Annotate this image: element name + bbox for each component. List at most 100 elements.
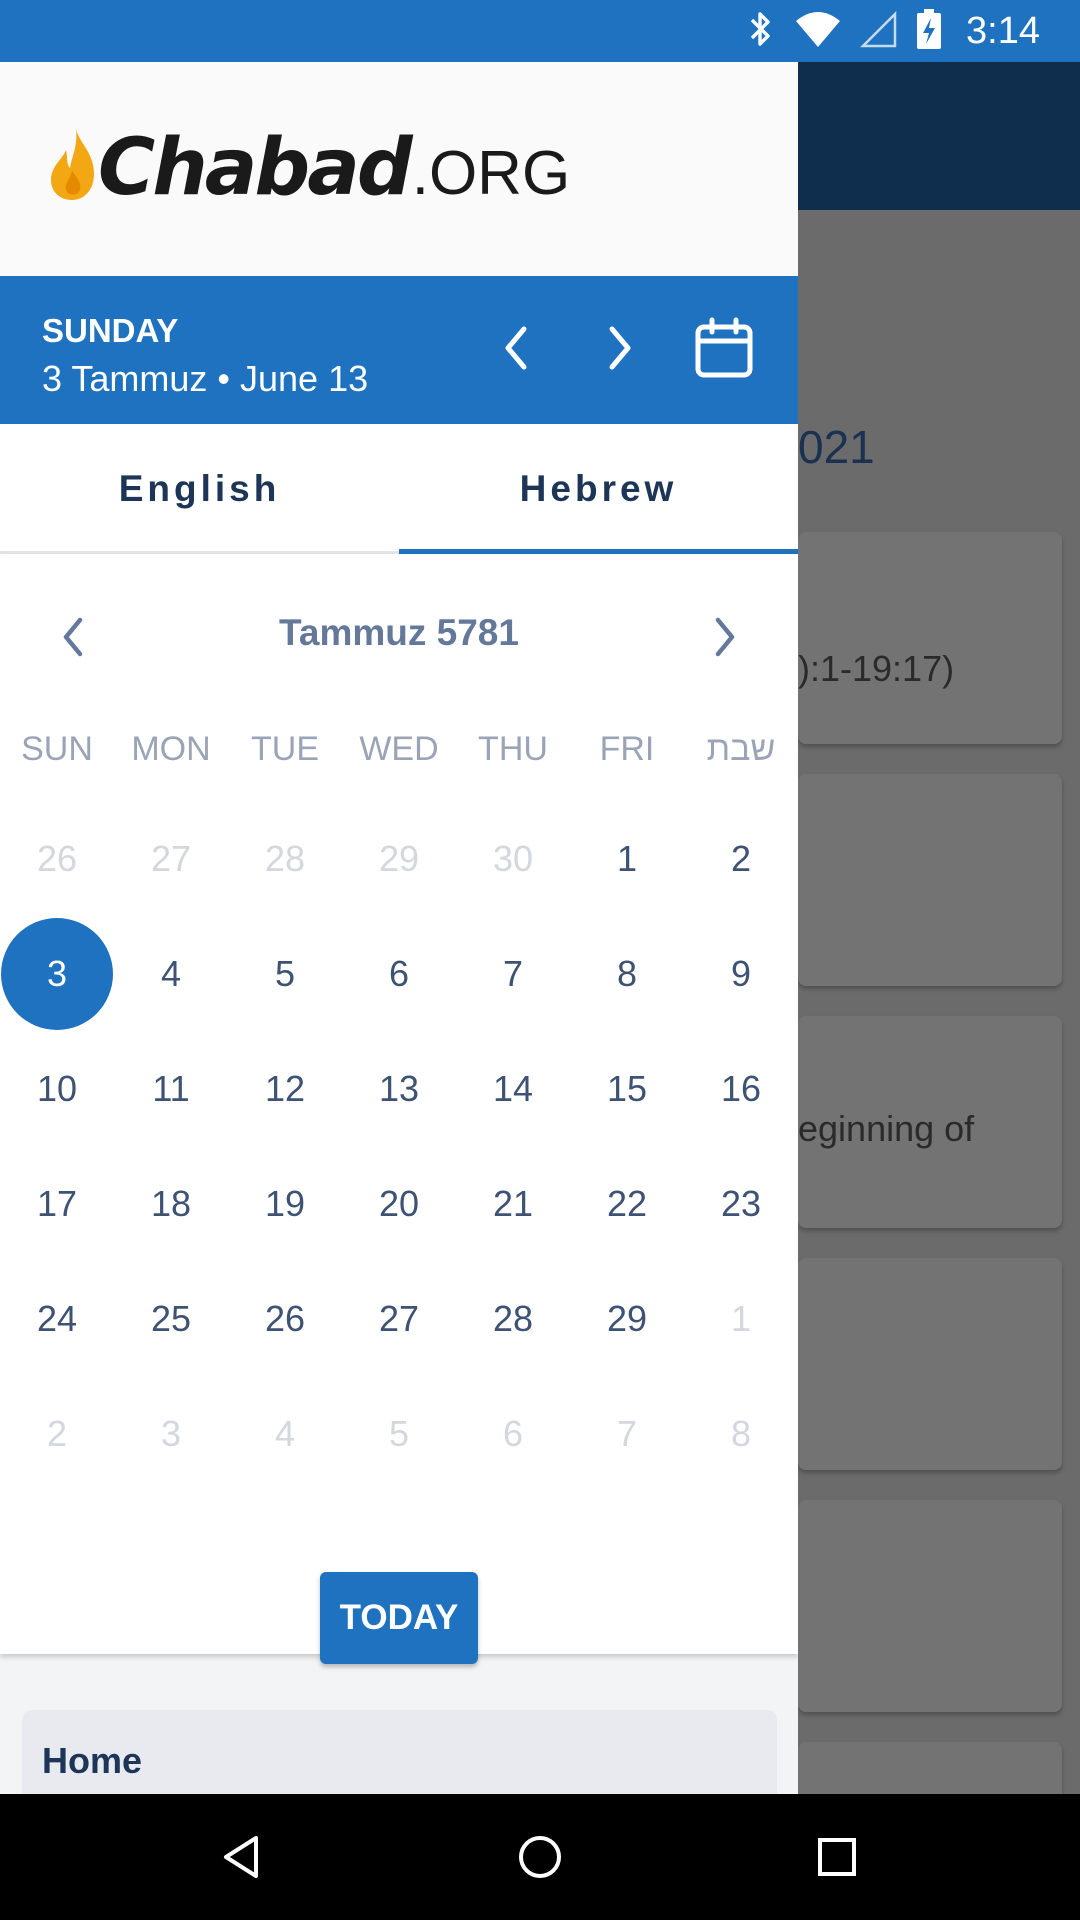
- weekday-label: WED: [359, 730, 439, 768]
- calendar-day[interactable]: 4: [228, 1377, 342, 1491]
- calendar-day-number: 22: [606, 1183, 648, 1224]
- calendar-day[interactable]: 20: [342, 1147, 456, 1261]
- calendar-day[interactable]: 24: [0, 1262, 114, 1376]
- calendar-day-number: 11: [152, 1068, 190, 1109]
- recents-square-icon: [818, 1838, 856, 1876]
- calendar-day[interactable]: 4: [114, 917, 228, 1031]
- next-month-button[interactable]: [690, 602, 760, 672]
- calendar-day[interactable]: 29: [570, 1262, 684, 1376]
- calendar-day[interactable]: 5: [342, 1377, 456, 1491]
- home-button[interactable]: [495, 1812, 585, 1902]
- calendar-day[interactable]: 17: [0, 1147, 114, 1261]
- back-button[interactable]: [196, 1812, 286, 1902]
- calendar-day[interactable]: 26: [0, 802, 114, 916]
- background-card-text: ):1-19:17): [798, 648, 955, 689]
- logo-suffix: .ORG: [411, 139, 571, 208]
- calendar-day-number: 27: [378, 1298, 420, 1339]
- calendar-day-number: 25: [150, 1298, 192, 1339]
- logo-wordmark: Chabad: [98, 123, 413, 213]
- calendar-day[interactable]: 5: [228, 917, 342, 1031]
- calendar-day-number: 6: [388, 953, 410, 994]
- calendar-day[interactable]: 1: [684, 1262, 798, 1376]
- calendar-day-number: 30: [492, 838, 534, 879]
- calendar-day[interactable]: 16: [684, 1032, 798, 1146]
- month-calendar: Tammuz 5781 SUN MON TUE WED THU FRI שבת 26 27 28…: [0, 554, 798, 1664]
- calendar-day[interactable]: 6: [342, 917, 456, 1031]
- calendar-day[interactable]: 2: [0, 1377, 114, 1491]
- next-day-button[interactable]: [582, 310, 658, 386]
- calendar-day-number: 12: [264, 1068, 306, 1109]
- calendar-day[interactable]: 8: [570, 917, 684, 1031]
- chabad-logo[interactable]: Chabad .ORG: [48, 126, 570, 207]
- month-title: Tammuz 5781: [279, 612, 519, 653]
- calendar-day[interactable]: 25: [114, 1262, 228, 1376]
- tab-english[interactable]: English: [0, 424, 399, 554]
- calendar-day-number: 28: [264, 838, 306, 879]
- calendar-button[interactable]: [686, 310, 762, 386]
- menu-item-home[interactable]: Home: [22, 1710, 777, 1794]
- calendar-day[interactable]: 8: [684, 1377, 798, 1491]
- calendar-day[interactable]: 3: [114, 1377, 228, 1491]
- calendar-day[interactable]: 2: [684, 802, 798, 916]
- calendar-day-number: 1: [616, 838, 638, 879]
- previous-day-button[interactable]: [478, 310, 554, 386]
- background-card: [798, 774, 1062, 986]
- calendar-day-number: 15: [606, 1068, 648, 1109]
- calendar-day[interactable]: 21: [456, 1147, 570, 1261]
- calendar-day[interactable]: 15: [570, 1032, 684, 1146]
- calendar-day[interactable]: 29: [342, 802, 456, 916]
- calendar-day[interactable]: 7: [570, 1377, 684, 1491]
- calendar-day[interactable]: 10: [0, 1032, 114, 1146]
- calendar-day[interactable]: 23: [684, 1147, 798, 1261]
- calendar-day[interactable]: 26: [228, 1262, 342, 1376]
- calendar-day[interactable]: 18: [114, 1147, 228, 1261]
- chevron-right-icon: [715, 617, 735, 657]
- date-bar: SUNDAY 3 Tammuz • June 13: [0, 276, 798, 424]
- recents-button[interactable]: [792, 1812, 882, 1902]
- calendar-day-number: 4: [274, 1413, 296, 1454]
- calendar-day-number: 8: [616, 953, 638, 994]
- bluetooth-icon: [746, 9, 776, 54]
- calendar-day[interactable]: 27: [114, 802, 228, 916]
- chevron-right-icon: [609, 326, 631, 370]
- calendar-day[interactable]: 7: [456, 917, 570, 1031]
- calendar-day[interactable]: 28: [456, 1262, 570, 1376]
- calendar-tabs: English Hebrew: [0, 424, 798, 554]
- calendar-day-number: 10: [36, 1068, 78, 1109]
- battery-charging-icon: [916, 8, 942, 55]
- calendar-day-number: 5: [388, 1413, 410, 1454]
- calendar-day[interactable]: 30: [456, 802, 570, 916]
- calendar-icon: [695, 317, 753, 378]
- calendar-day[interactable]: 1: [570, 802, 684, 916]
- calendar-day[interactable]: 11: [114, 1032, 228, 1146]
- weekday-label: THU: [478, 730, 548, 768]
- calendar-day-number: 16: [720, 1068, 762, 1109]
- calendar-day[interactable]: 12: [228, 1032, 342, 1146]
- calendar-day-number: 13: [378, 1068, 420, 1109]
- calendar-day[interactable]: 14: [456, 1032, 570, 1146]
- calendar-day-number: 1: [730, 1298, 752, 1339]
- calendar-day[interactable]: 13: [342, 1032, 456, 1146]
- background-card-text: eginning of: [798, 1108, 975, 1149]
- calendar-day[interactable]: 6: [456, 1377, 570, 1491]
- current-date: 3 Tammuz • June 13: [42, 358, 369, 399]
- calendar-day-number: 20: [378, 1183, 420, 1224]
- background-card: [798, 532, 1062, 744]
- tab-hebrew[interactable]: Hebrew: [399, 424, 798, 554]
- calendar-day-number: 27: [150, 838, 192, 879]
- calendar-day[interactable]: 22: [570, 1147, 684, 1261]
- calendar-day-number: 24: [36, 1298, 78, 1339]
- clock: 3:14: [966, 9, 1040, 52]
- status-bar: 3:14: [0, 0, 1080, 62]
- calendar-day[interactable]: 19: [228, 1147, 342, 1261]
- calendar-day[interactable]: 28: [228, 802, 342, 916]
- calendar-day-number: 29: [606, 1298, 648, 1339]
- selected-day[interactable]: 3: [0, 917, 114, 1031]
- signal-icon: [860, 9, 898, 54]
- calendar-day[interactable]: 9: [684, 917, 798, 1031]
- day-of-week: SUNDAY: [42, 312, 179, 349]
- back-triangle-icon: [224, 1836, 258, 1878]
- today-button[interactable]: TODAY: [320, 1572, 478, 1664]
- background-card: [798, 1742, 1062, 1794]
- calendar-day[interactable]: 27: [342, 1262, 456, 1376]
